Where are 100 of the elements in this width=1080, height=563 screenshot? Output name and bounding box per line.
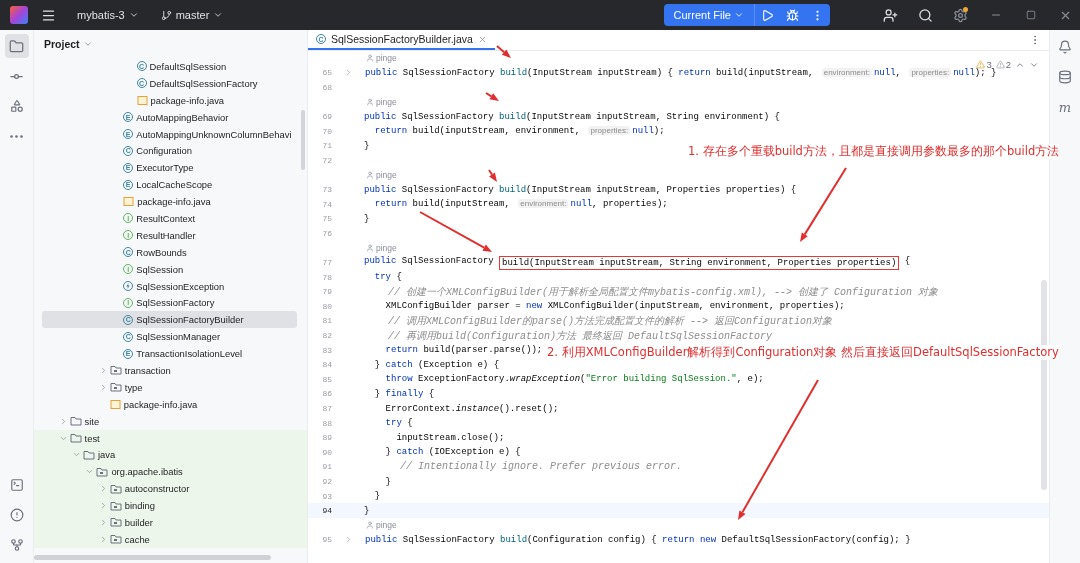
package-icon bbox=[109, 483, 122, 494]
tree-item[interactable]: type bbox=[42, 378, 297, 396]
code-line: } bbox=[364, 140, 370, 151]
maximize-icon bbox=[1025, 10, 1036, 20]
warning-icon bbox=[976, 60, 986, 69]
play-icon bbox=[761, 8, 774, 22]
line-number: 93 bbox=[321, 491, 332, 501]
line-number: 84 bbox=[321, 360, 332, 370]
weak-warning-count: 2 bbox=[995, 59, 1011, 70]
code-line: throw ExceptionFactory.wrapException("Error building SqlSession.", e); bbox=[384, 374, 764, 385]
code-line: } bbox=[384, 476, 391, 487]
person-icon bbox=[366, 54, 374, 63]
caret-icon[interactable] bbox=[82, 39, 93, 49]
project-selector[interactable]: mybatis-3 bbox=[69, 9, 147, 21]
update-dot bbox=[963, 7, 968, 12]
code-line: } bbox=[364, 505, 370, 516]
tree-item[interactable]: test bbox=[42, 429, 297, 447]
annotation-note: 2. 利用XMLConfigBuilder解析得到Configuration对象 然后直接返回DefaultSqlSessionFactory bbox=[547, 345, 1059, 360]
line-number: 68 bbox=[321, 83, 332, 92]
code-text: { bbox=[903, 255, 911, 268]
line-number: 77 bbox=[321, 258, 332, 268]
terminal-icon bbox=[9, 478, 24, 492]
folder-icon bbox=[9, 38, 24, 54]
tree-item[interactable]: org.apache.ibatis bbox=[42, 463, 297, 481]
code-line: return build(inputStream, environment, properties: null); bbox=[373, 126, 665, 137]
package-icon bbox=[109, 534, 122, 545]
line-number: 85 bbox=[321, 374, 332, 384]
tree-item[interactable]: site bbox=[42, 412, 297, 430]
tree-item[interactable]: package-info.java bbox=[42, 193, 297, 210]
code-line: // Intentionally ignore. Prefer previous error. bbox=[399, 461, 683, 473]
author-hint: pinge bbox=[366, 97, 397, 108]
maven-button[interactable]: m bbox=[1053, 95, 1077, 119]
code-line: public SqlSessionFactory build(Configuration config) { return new DefaultSqlSessionFactory(config); } bbox=[365, 534, 911, 545]
line-number: 76 bbox=[321, 228, 332, 238]
file-icon bbox=[123, 196, 135, 208]
code-line: try { bbox=[373, 272, 402, 283]
warning-icon bbox=[995, 60, 1005, 69]
code-line: inputStream.close(); bbox=[395, 432, 505, 443]
tree-item[interactable]: transaction bbox=[42, 362, 297, 379]
tree-item[interactable]: binding bbox=[42, 497, 297, 515]
line-number: 71 bbox=[321, 141, 332, 151]
code-line: // 创建一个XMLConfigBuilder(用于解析全局配置文件mybatis-config.xml), --> 创建了 Configuration 对象 bbox=[387, 285, 939, 299]
search-icon bbox=[918, 7, 933, 23]
run-configuration-button[interactable]: Current File bbox=[663, 4, 755, 26]
tree-item[interactable]: autoconstructor bbox=[42, 480, 297, 498]
person-icon bbox=[366, 244, 374, 252]
line-number: 69 bbox=[321, 112, 332, 122]
author-hint: pinge bbox=[366, 243, 397, 253]
code-line: return build(inputStream, environment: null, properties); bbox=[373, 199, 668, 210]
line-number: 74 bbox=[321, 199, 332, 209]
line-number: 95 bbox=[321, 535, 333, 545]
code-line: try { bbox=[384, 418, 413, 429]
code-text: SqlSessionFactory bbox=[401, 255, 495, 268]
tree-item[interactable]: java bbox=[42, 446, 297, 464]
author-hint: pinge bbox=[366, 520, 397, 531]
project-tool-button[interactable] bbox=[4, 34, 29, 58]
package-icon bbox=[109, 382, 122, 393]
person-icon bbox=[366, 521, 374, 530]
tab-label: SqlSessionFactoryBuilder.java bbox=[331, 33, 473, 45]
tree-item[interactable]: package-info.java bbox=[42, 91, 297, 109]
annotation-note: 1. 存在多个重载build方法，且都是直接调用参数最多的那个build方法 bbox=[688, 144, 1060, 159]
line-number: 88 bbox=[321, 418, 332, 428]
line-number: 80 bbox=[321, 301, 332, 311]
tree-item[interactable]: package-info.java bbox=[42, 395, 297, 413]
code-line: public SqlSessionFactory build(InputStream inputStream, String environment) { bbox=[364, 111, 780, 122]
author-hint: pinge bbox=[366, 53, 397, 64]
app-logo bbox=[10, 6, 28, 24]
branch-selector[interactable]: master bbox=[152, 9, 232, 21]
line-number: 92 bbox=[321, 477, 332, 486]
branch-icon bbox=[9, 538, 24, 552]
tree-item[interactable]: SqlSessionException bbox=[42, 277, 297, 295]
bug-icon bbox=[786, 8, 799, 22]
highlighted-code: build(InputStream inputStream, String environment, Properties properties) bbox=[499, 255, 900, 270]
database-icon bbox=[1058, 70, 1072, 84]
code-line: } bbox=[373, 491, 381, 502]
tree-item[interactable]: builder bbox=[42, 514, 297, 531]
author-hint: pinge bbox=[366, 170, 397, 181]
lightning-icon bbox=[123, 281, 134, 291]
menu-icon bbox=[41, 7, 56, 23]
annotation-arrow bbox=[488, 169, 497, 182]
annotation-arrow bbox=[496, 45, 511, 58]
alert-icon bbox=[9, 508, 24, 522]
tree-item[interactable]: cache bbox=[42, 530, 297, 548]
panel-title: Project bbox=[44, 38, 80, 50]
code-line: public SqlSessionFactory build(InputStream inputStream, Properties properties) { bbox=[364, 184, 797, 195]
line-number: 72 bbox=[321, 155, 332, 165]
code-line: // 再调用build(Configuration)方法 最终返回 DefaultSqlSessionFactory bbox=[387, 329, 773, 343]
code-line: } bbox=[364, 213, 370, 224]
caret-icon bbox=[128, 10, 139, 20]
line-number: 89 bbox=[321, 433, 332, 443]
line-number: 91 bbox=[321, 462, 332, 472]
scrollbar bbox=[301, 110, 305, 170]
person-icon bbox=[366, 171, 374, 180]
code-line: // 调用XMLConfigBuilder的parse()方法完成配置文件的解析 --> 返回Configuration对象 bbox=[387, 314, 833, 328]
branch-icon bbox=[160, 9, 172, 21]
code-line: } catch (IOException e) { bbox=[384, 447, 521, 458]
settings-icon bbox=[953, 7, 968, 23]
file-icon bbox=[109, 398, 121, 410]
close-icon[interactable] bbox=[477, 34, 487, 44]
line-number: 81 bbox=[321, 316, 332, 326]
